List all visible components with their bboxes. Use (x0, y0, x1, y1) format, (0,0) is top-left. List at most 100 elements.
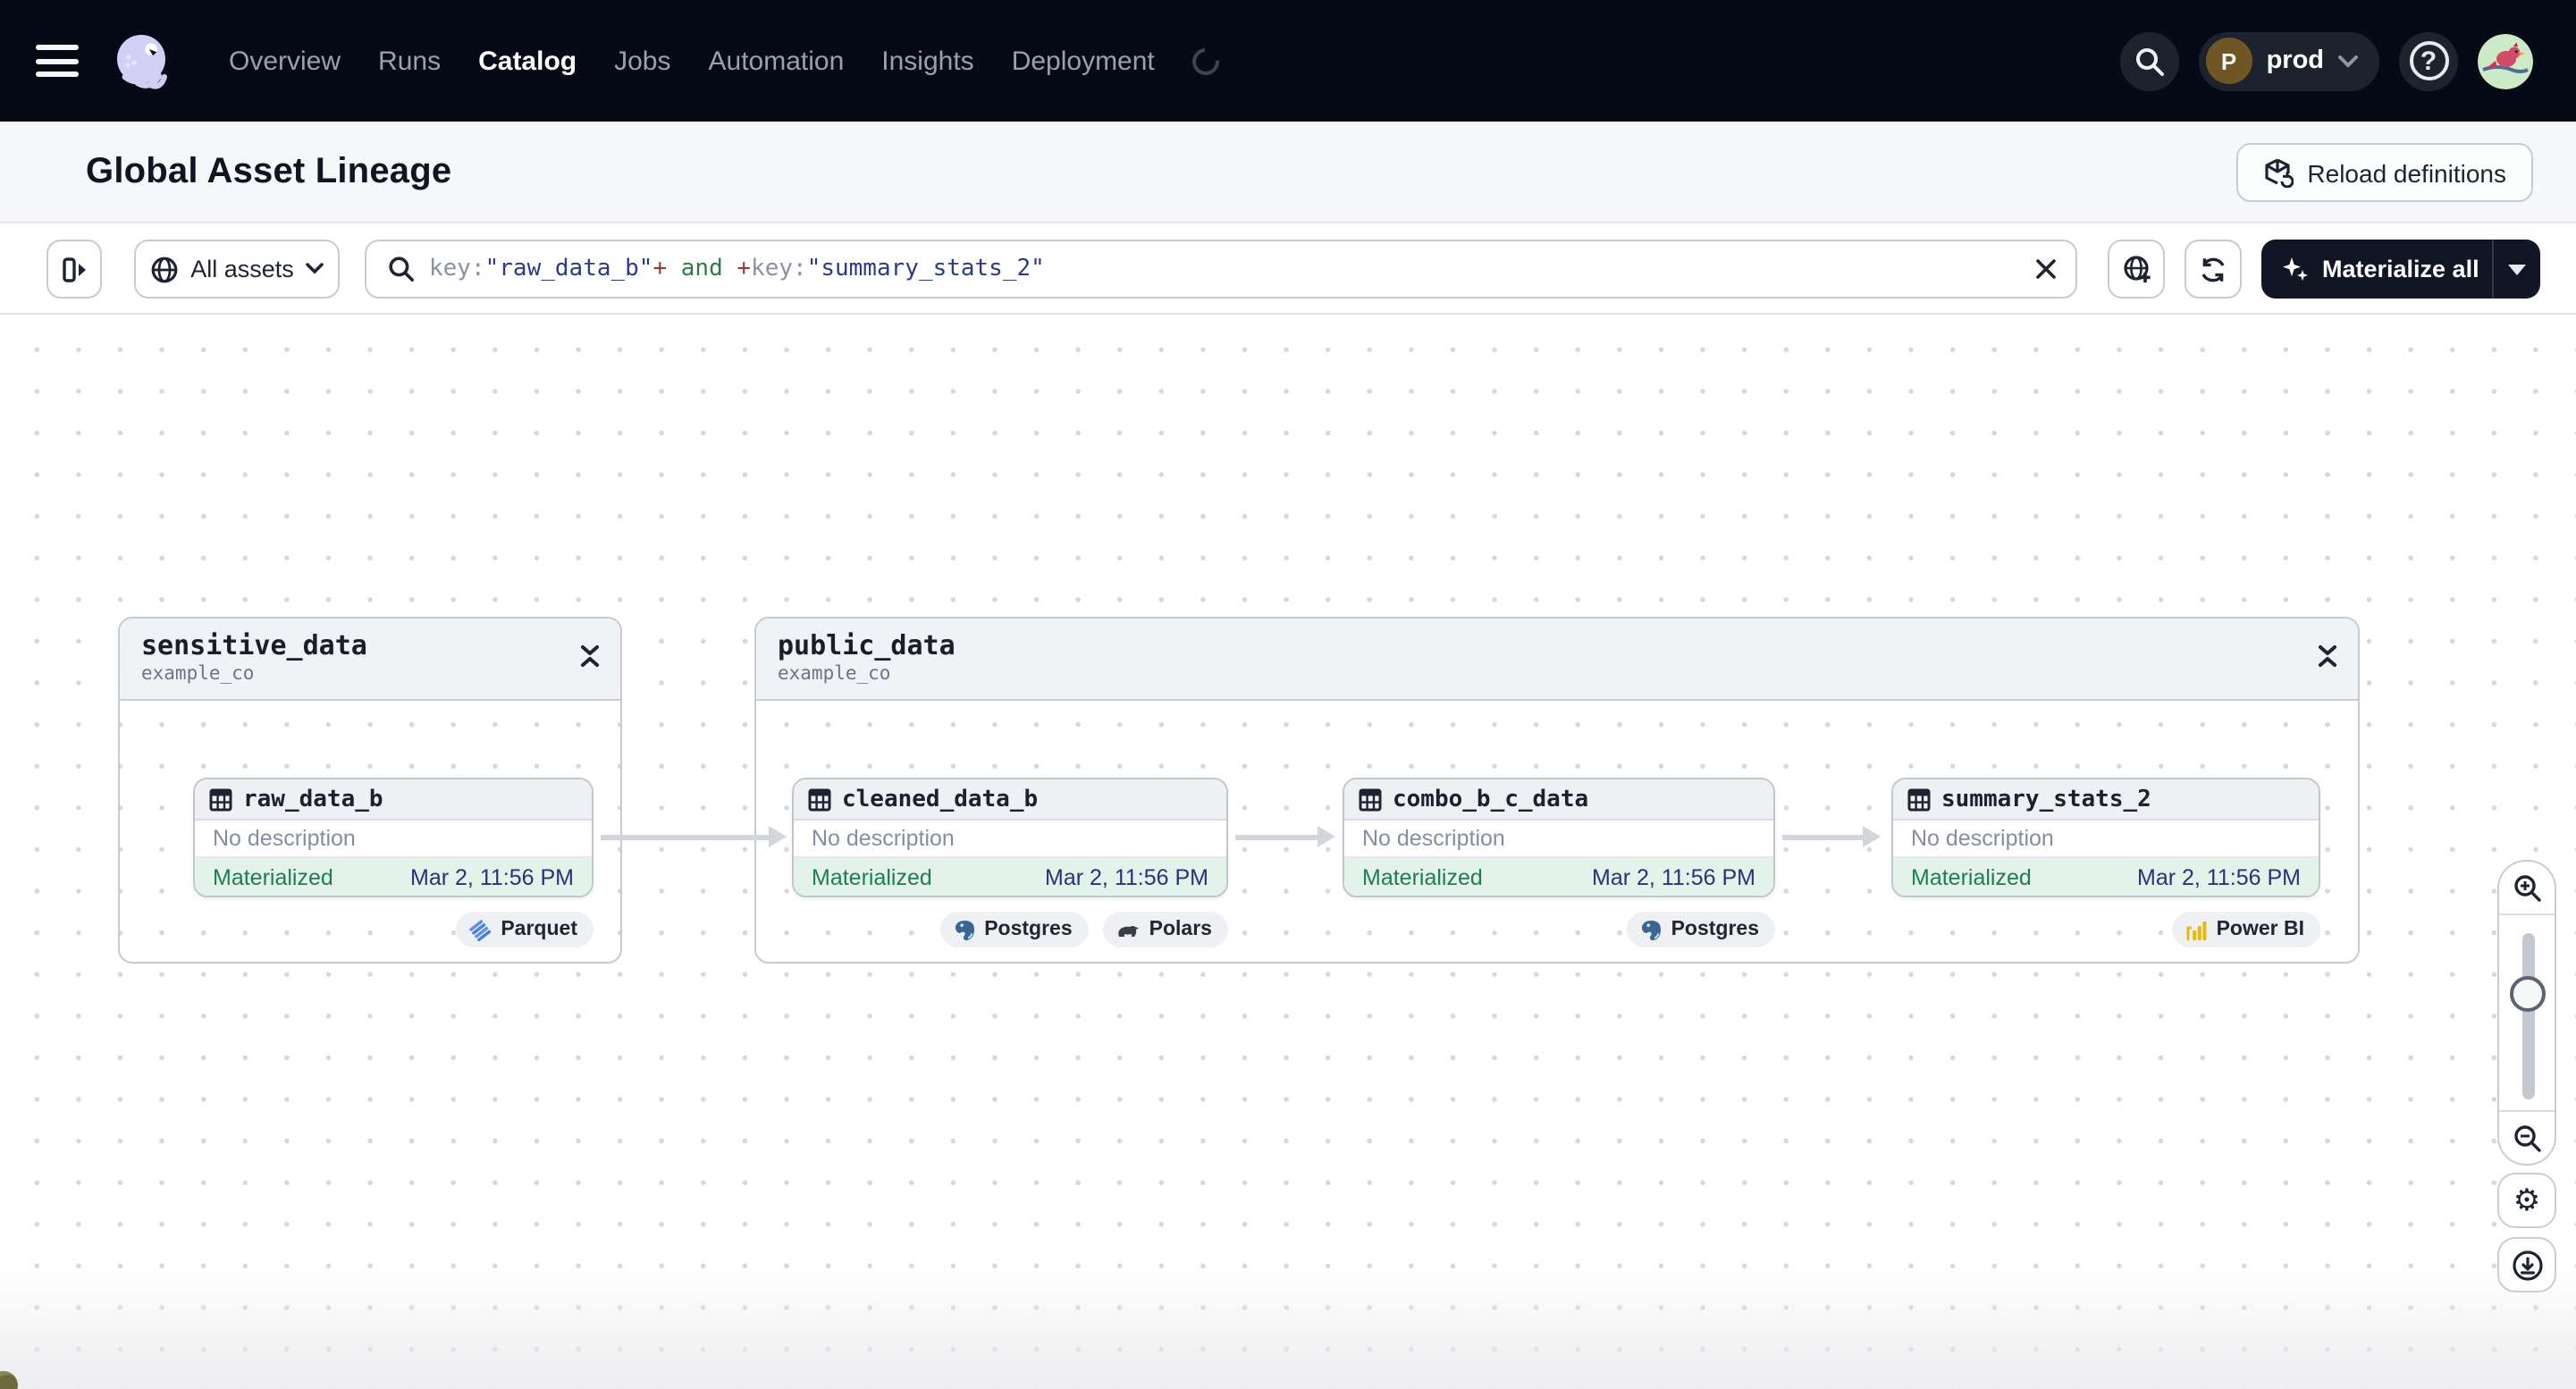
query-key-token: key: (429, 256, 485, 282)
nav-right-cluster: P prod ? (2119, 31, 2533, 90)
asset-node-summary-stats-2[interactable]: summary_stats_2 No description Materiali… (1891, 778, 2320, 897)
refresh-button[interactable] (2185, 240, 2242, 299)
zoom-out-icon (2513, 1124, 2540, 1151)
clear-search-button[interactable] (2034, 257, 2058, 281)
asset-status-row: Materialized Mar 2, 11:56 PM (1893, 858, 2319, 896)
deployment-avatar: P (2205, 38, 2252, 84)
polars-icon (1117, 925, 1139, 936)
asset-kind-badges: Parquet (193, 912, 593, 947)
refresh-icon (2201, 257, 2225, 282)
kind-badge-polars[interactable]: Polars (1102, 912, 1228, 947)
materialize-all-button[interactable]: Materialize all (2261, 240, 2492, 299)
asset-node-combo-b-c-data[interactable]: combo_b_c_data No description Materializ… (1343, 778, 1775, 897)
nav-item-catalog[interactable]: Catalog (478, 46, 577, 76)
download-icon (2512, 1250, 2542, 1280)
view-scope-button[interactable] (2108, 240, 2165, 299)
kind-badge-powerbi[interactable]: Power BI (2171, 912, 2320, 947)
collapse-icon (581, 645, 599, 667)
status-badge: Materialized (1911, 865, 2032, 890)
page-header: Global Asset Lineage Reload definitions (0, 122, 2576, 223)
query-op-token: + (652, 256, 668, 282)
nav-item-overview[interactable]: Overview (229, 46, 341, 76)
asset-scope-label: All assets (190, 256, 294, 282)
group-title: public_data (778, 629, 955, 661)
asset-scope-dropdown[interactable]: All assets (134, 240, 340, 299)
nav-item-insights[interactable]: Insights (881, 46, 973, 76)
asset-status-row: Materialized Mar 2, 11:56 PM (794, 858, 1226, 896)
deployment-name: prod (2266, 46, 2324, 75)
nav-item-jobs[interactable]: Jobs (614, 46, 670, 76)
asset-description: No description (1893, 821, 2319, 858)
kind-badge-label: Postgres (984, 919, 1073, 940)
query-logic-token: and (667, 256, 737, 282)
query-value-token: "summary_stats_2" (806, 256, 1045, 282)
asset-node-cleaned-data-b[interactable]: cleaned_data_b No description Materializ… (792, 778, 1228, 897)
caret-down-icon (2508, 264, 2526, 274)
graph-settings-button[interactable]: ⚙ (2497, 1173, 2556, 1228)
asset-node-raw-data-b[interactable]: raw_data_b No description Materialized M… (193, 778, 593, 897)
dagster-logo-icon[interactable] (107, 27, 175, 95)
nav-item-deployment[interactable]: Deployment (1012, 46, 1155, 76)
zoom-slider-handle[interactable] (2510, 976, 2546, 1012)
open-sidebar-button[interactable] (46, 240, 102, 299)
hamburger-menu-icon[interactable] (36, 45, 79, 77)
materialization-timestamp[interactable]: Mar 2, 11:56 PM (410, 865, 574, 890)
materialization-timestamp[interactable]: Mar 2, 11:56 PM (1045, 865, 1208, 890)
query-key-token: key: (751, 256, 807, 282)
search-icon (2135, 47, 2164, 75)
materialize-options-button[interactable] (2492, 240, 2540, 299)
zoom-in-button[interactable] (2499, 862, 2555, 915)
group-header[interactable]: sensitive_data example_co (120, 619, 620, 701)
table-icon (808, 787, 831, 811)
group-code-location: example_co (778, 663, 891, 685)
materialization-timestamp[interactable]: Mar 2, 11:56 PM (1592, 865, 1755, 890)
asset-name: summary_stats_2 (1941, 786, 2151, 812)
search-query-text: key:"raw_data_b"+ and +key:"summary_stat… (429, 256, 1045, 282)
query-op-token: + (737, 256, 752, 282)
download-graph-button[interactable] (2497, 1237, 2556, 1292)
nav-item-runs[interactable]: Runs (378, 46, 441, 76)
sparkles-icon (2283, 257, 2308, 280)
materialize-all-label: Materialize all (2322, 256, 2479, 282)
asset-search-input[interactable]: key:"raw_data_b"+ and +key:"summary_stat… (365, 240, 2077, 299)
lineage-canvas[interactable]: sensitive_data example_co public_data ex… (0, 316, 2576, 1389)
zoom-out-button[interactable] (2499, 1110, 2555, 1164)
kind-badge-postgres[interactable]: Postgres (939, 912, 1089, 947)
postgres-icon (955, 920, 974, 939)
status-badge: Materialized (213, 865, 333, 890)
asset-node-header: raw_data_b (195, 779, 592, 821)
search-button[interactable] (2119, 31, 2179, 90)
postgres-icon (1641, 920, 1661, 939)
asset-description: No description (1344, 821, 1773, 858)
edge-cleaned-data-b-to-combo-b-c-data (1235, 826, 1335, 847)
query-value-token: "raw_data_b" (484, 256, 653, 282)
materialization-timestamp[interactable]: Mar 2, 11:56 PM (2137, 865, 2301, 890)
help-button[interactable]: ? (2399, 31, 2458, 90)
asset-node-header: summary_stats_2 (1893, 779, 2319, 821)
top-nav: Overview Runs Catalog Jobs Automation In… (0, 0, 2576, 122)
kind-badge-label: Polars (1149, 919, 1212, 940)
status-badge: Materialized (812, 865, 932, 890)
deployment-switcher[interactable]: P prod (2198, 31, 2379, 90)
kind-badge-parquet[interactable]: Parquet (456, 912, 593, 947)
reload-definitions-label: Reload definitions (2307, 158, 2506, 187)
group-code-location: example_co (141, 663, 255, 685)
lineage-toolbar: All assets key:"raw_data_b"+ and +key:"s… (0, 225, 2576, 315)
zoom-slider-track[interactable] (2522, 933, 2535, 1099)
kind-badge-postgres[interactable]: Postgres (1626, 912, 1775, 947)
collapse-group-button[interactable] (579, 644, 601, 669)
table-icon (1359, 787, 1382, 811)
canvas-bottom-fade (0, 1264, 2576, 1389)
asset-name: combo_b_c_data (1393, 786, 1589, 812)
asset-name: cleaned_data_b (842, 786, 1039, 812)
chevron-down-icon (2338, 55, 2358, 67)
asset-status-row: Materialized Mar 2, 11:56 PM (1344, 858, 1773, 896)
collapse-group-button[interactable] (2317, 644, 2338, 669)
user-avatar[interactable] (2478, 33, 2533, 88)
table-icon (209, 787, 232, 811)
edge-combo-b-c-data-to-summary-stats-2 (1782, 826, 1881, 847)
group-header[interactable]: public_data example_co (756, 619, 2358, 701)
nav-item-automation[interactable]: Automation (709, 46, 845, 76)
reload-definitions-button[interactable]: Reload definitions (2235, 143, 2533, 202)
page-title: Global Asset Lineage (86, 151, 452, 190)
